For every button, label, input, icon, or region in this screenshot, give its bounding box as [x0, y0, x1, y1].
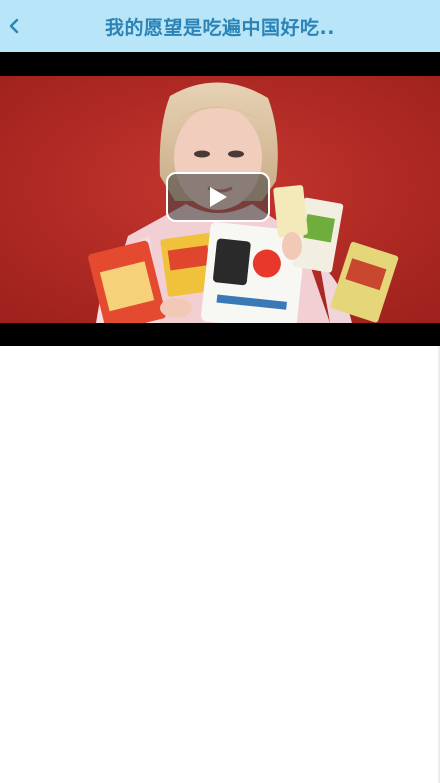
play-button[interactable] [166, 172, 270, 222]
video-player[interactable] [0, 52, 440, 346]
chevron-left-icon [9, 18, 19, 34]
app-screen: 我的愿望是吃遍中国好吃.. [0, 0, 440, 783]
top-nav-bar: 我的愿望是吃遍中国好吃.. [0, 0, 440, 52]
page-title: 我的愿望是吃遍中国好吃.. [105, 16, 335, 39]
play-icon [210, 187, 227, 207]
back-button[interactable] [2, 6, 26, 46]
